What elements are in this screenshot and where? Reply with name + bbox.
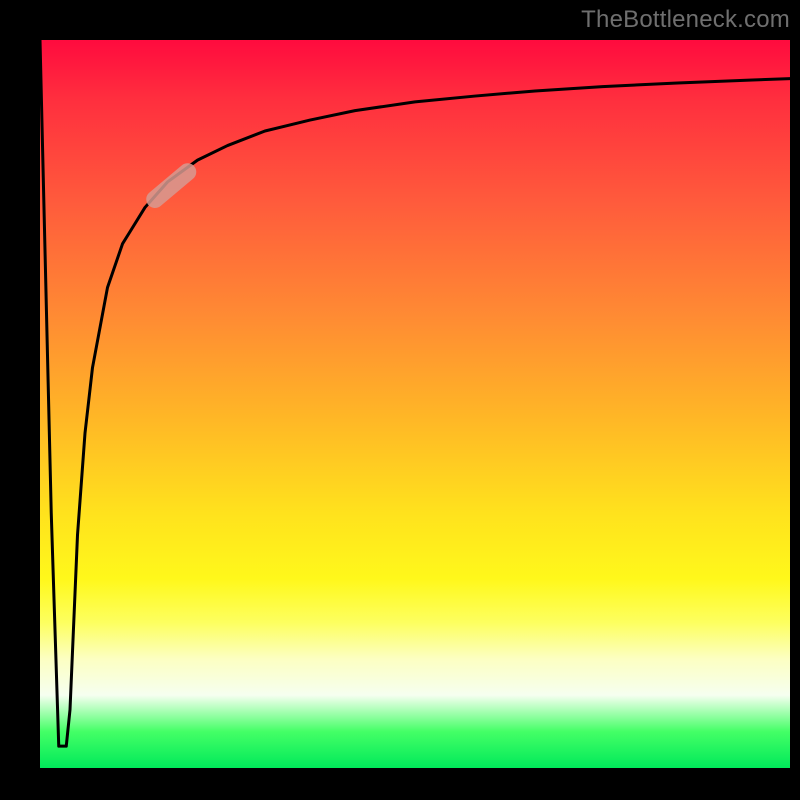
plot-area [40, 40, 790, 768]
highlight-pill [143, 160, 200, 212]
main-curve [40, 40, 790, 746]
attribution-label: TheBottleneck.com [581, 6, 790, 34]
chart-stage: TheBottleneck.com [0, 0, 800, 800]
curve-svg [40, 40, 790, 768]
